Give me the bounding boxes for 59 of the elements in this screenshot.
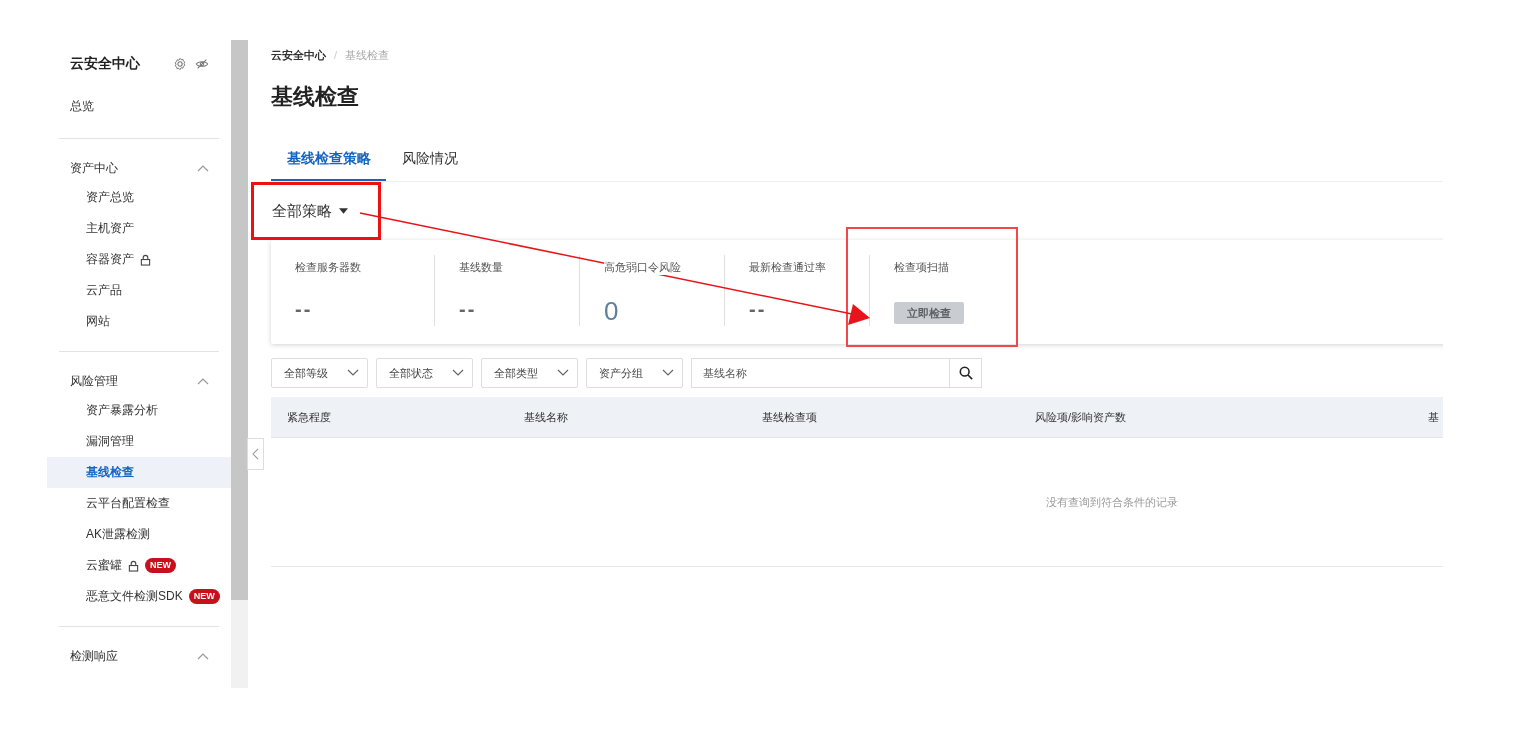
sidebar-item[interactable]: 恶意文件检测SDK NEW: [47, 581, 231, 612]
new-badge: NEW: [145, 558, 176, 573]
sidebar-item[interactable]: 资产暴露分析: [47, 395, 231, 426]
chevron-down-icon: [452, 369, 464, 377]
sidebar-item[interactable]: 总览: [47, 88, 231, 124]
column-header: 基线检查项: [762, 409, 818, 425]
sidebar-group-label[interactable]: 资产中心: [70, 159, 118, 177]
chevron-down-icon: [557, 369, 569, 377]
stat-value: --: [459, 298, 478, 321]
sidebar-item[interactable]: 云平台配置检查: [47, 488, 231, 519]
column-header: 风险项/影响资产数: [1035, 409, 1128, 425]
chevron-left-icon: [252, 448, 259, 460]
filter-dropdown[interactable]: 资产分组: [586, 358, 683, 388]
tab[interactable]: 风险情况: [386, 150, 473, 181]
policy-dropdown[interactable]: 全部策略: [271, 182, 348, 240]
breadcrumb-link[interactable]: 云安全中心: [271, 47, 326, 63]
column-header: 紧急程度: [287, 409, 332, 425]
sidebar-item[interactable]: 主机资产: [47, 213, 231, 244]
sidebar-item[interactable]: 云产品: [47, 275, 231, 306]
stat-value: --: [295, 298, 314, 321]
sidebar-item[interactable]: 资产总览: [47, 182, 231, 213]
stat-label: 检查服务器数: [295, 260, 361, 275]
page-title: 基线检查: [271, 83, 360, 111]
breadcrumb-separator: /: [334, 49, 338, 61]
stat-value: 0: [604, 298, 620, 324]
stat-label: 检查项扫描: [894, 260, 949, 275]
sidebar-item[interactable]: 基线检查: [47, 457, 231, 488]
scrollbar-thumb[interactable]: [231, 40, 248, 600]
new-badge: NEW: [188, 589, 220, 604]
tab[interactable]: 基线检查策略: [271, 150, 386, 181]
chevron-down-icon: [662, 369, 674, 377]
column-header: 基: [1428, 409, 1440, 425]
sidebar-item[interactable]: 网站: [47, 306, 231, 337]
stat-label: 高危弱口令风险: [604, 260, 681, 275]
chevron-icon[interactable]: [197, 164, 209, 172]
sidebar-item[interactable]: 漏洞管理: [47, 426, 231, 457]
search-icon: [958, 366, 973, 380]
chevron-down-icon: [347, 369, 359, 377]
search-field[interactable]: 基线名称: [691, 358, 950, 388]
settings-icon[interactable]: [173, 57, 187, 71]
stat-label: 基线数量: [459, 260, 503, 275]
hidden-eye-icon[interactable]: [195, 57, 209, 71]
sidebar-item[interactable]: AK泄露检测: [47, 519, 231, 550]
caret-down-icon: [339, 208, 348, 214]
chevron-icon[interactable]: [197, 377, 209, 385]
sidebar-item[interactable]: 容器资产: [47, 244, 231, 275]
filter-dropdown[interactable]: 全部等级: [271, 358, 368, 388]
filter-dropdown[interactable]: 全部类型: [481, 358, 578, 388]
empty-message: 没有查询到符合条件的记录: [1046, 494, 1178, 510]
search-button[interactable]: [950, 358, 982, 388]
sidebar-title: 云安全中心: [70, 55, 140, 73]
chevron-icon[interactable]: [197, 652, 209, 660]
stat-value: --: [749, 298, 768, 321]
sidebar-group-label[interactable]: 检测响应: [70, 647, 118, 665]
stat-label: 最新检查通过率: [749, 260, 826, 275]
sidebar-group-label[interactable]: 风险管理: [70, 372, 118, 390]
filter-dropdown[interactable]: 全部状态: [376, 358, 473, 388]
sidebar-item[interactable]: 云蜜罐 NEW: [47, 550, 231, 581]
column-header: 基线名称: [524, 409, 569, 425]
